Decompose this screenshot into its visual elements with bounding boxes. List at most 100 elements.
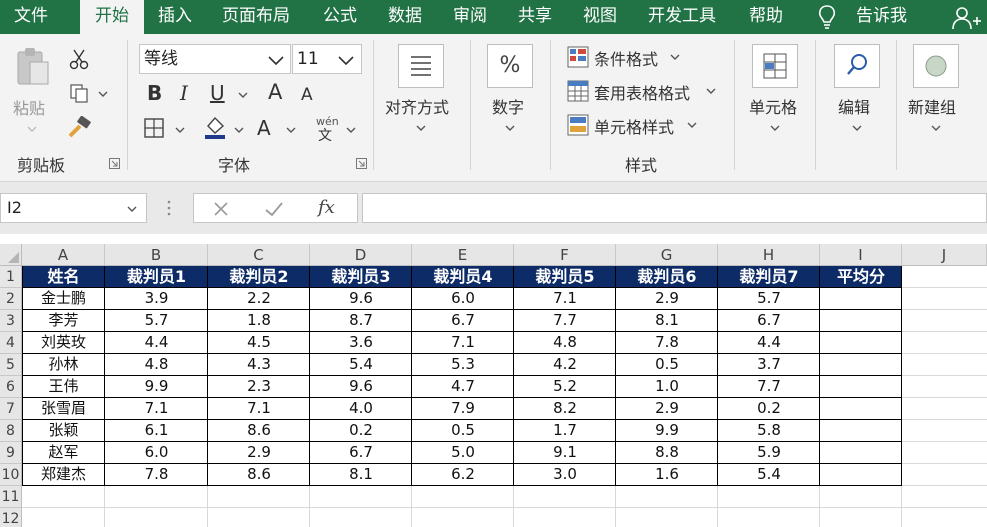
tab-formulas[interactable]: 公式 [323,0,357,34]
tab-data[interactable]: 数据 [388,0,422,34]
table-cell[interactable]: 王伟 [22,376,105,398]
underline-button[interactable]: U [210,81,225,105]
table-cell[interactable]: 7.1 [105,398,208,420]
table-cell[interactable] [820,376,902,398]
paste-icon[interactable] [14,46,50,88]
table-cell[interactable]: 7.9 [412,398,514,420]
table-cell[interactable]: 5.4 [310,354,412,376]
table-cell[interactable]: 8.7 [310,310,412,332]
row-header-6[interactable]: 6 [0,376,22,398]
column-header-c[interactable]: C [208,244,310,266]
header-cell[interactable]: 裁判员5 [514,266,616,288]
number-label[interactable]: 数字 [492,94,524,118]
tab-file[interactable]: 文件 [14,0,48,34]
table-cell[interactable]: 李芳 [22,310,105,332]
column-header-i[interactable]: I [820,244,902,266]
table-cell[interactable]: 4.4 [105,332,208,354]
row-header-9[interactable]: 9 [0,442,22,464]
underline-dropdown-icon[interactable] [238,92,248,98]
new-group-dropdown-icon[interactable] [931,125,941,131]
column-header-f[interactable]: F [514,244,616,266]
cut-icon[interactable] [68,48,90,70]
fill-color-icon[interactable] [202,114,228,140]
table-cell[interactable]: 1.6 [616,464,718,486]
column-header-e[interactable]: E [412,244,514,266]
table-cell[interactable]: 0.2 [310,420,412,442]
header-cell[interactable]: 裁判员4 [412,266,514,288]
font-launcher-icon[interactable] [356,158,367,169]
table-cell[interactable]: 4.3 [208,354,310,376]
table-cell[interactable]: 5.8 [718,420,820,442]
copy-dropdown-icon[interactable] [98,91,108,97]
name-box[interactable]: I2 [0,193,147,223]
table-cell[interactable]: 5.7 [718,288,820,310]
table-cell[interactable]: 0.5 [412,420,514,442]
table-cell[interactable] [820,310,902,332]
table-cell[interactable]: 6.0 [412,288,514,310]
font-color-dropdown-icon[interactable] [286,127,296,133]
table-format-button[interactable]: 套用表格格式 [594,80,690,104]
table-cell[interactable]: 5.9 [718,442,820,464]
table-cell[interactable]: 3.9 [105,288,208,310]
table-cell[interactable]: 7.1 [208,398,310,420]
header-cell[interactable]: 裁判员6 [616,266,718,288]
font-name-dropdown-icon[interactable] [268,56,284,65]
table-cell[interactable]: 9.6 [310,376,412,398]
column-header-h[interactable]: H [718,244,820,266]
table-cell[interactable]: 4.4 [718,332,820,354]
table-cell[interactable]: 1.7 [514,420,616,442]
table-cell[interactable] [820,420,902,442]
table-cell[interactable]: 5.4 [718,464,820,486]
increase-font-size-button[interactable]: A [268,80,282,104]
table-cell[interactable] [820,464,902,486]
table-cell[interactable]: 刘英玫 [22,332,105,354]
header-cell[interactable]: 姓名 [22,266,105,288]
table-cell[interactable]: 3.7 [718,354,820,376]
table-cell[interactable]: 0.2 [718,398,820,420]
table-cell[interactable]: 7.8 [105,464,208,486]
table-cell[interactable]: 9.9 [105,376,208,398]
row-header-2[interactable]: 2 [0,288,22,310]
italic-button[interactable]: I [180,81,188,105]
table-cell[interactable] [820,354,902,376]
cell-style-button[interactable]: 单元格样式 [594,114,674,138]
editing-dropdown-icon[interactable] [852,125,862,131]
table-cell[interactable]: 郑建杰 [22,464,105,486]
table-cell[interactable]: 7.7 [514,310,616,332]
copy-icon[interactable] [68,82,90,104]
alignment-dropdown-icon[interactable] [416,125,426,131]
column-header-j[interactable]: J [902,244,987,266]
table-cell[interactable]: 6.0 [105,442,208,464]
header-cell[interactable]: 平均分 [820,266,902,288]
bold-button[interactable]: B [147,81,162,105]
tell-me-search[interactable]: 告诉我 [856,0,907,34]
phonetic-guide-button[interactable]: 文 [318,125,332,145]
table-cell[interactable]: 金士鹏 [22,288,105,310]
row-header-8[interactable]: 8 [0,420,22,442]
header-cell[interactable]: 裁判员1 [105,266,208,288]
header-cell[interactable]: 裁判员7 [718,266,820,288]
table-cell[interactable]: 张颖 [22,420,105,442]
formula-input[interactable] [362,193,987,223]
table-cell[interactable] [820,288,902,310]
column-header-d[interactable]: D [310,244,412,266]
number-dropdown-icon[interactable] [505,125,515,131]
row-header-3[interactable]: 3 [0,310,22,332]
clipboard-launcher-icon[interactable] [109,158,120,169]
tab-view[interactable]: 视图 [583,0,617,34]
insert-function-button[interactable]: fx [318,197,335,218]
conditional-format-button[interactable]: 条件格式 [594,46,658,70]
header-cell[interactable]: 裁判员3 [310,266,412,288]
table-cell[interactable]: 4.7 [412,376,514,398]
name-box-dropdown-icon[interactable] [127,206,137,212]
row-header-12[interactable]: 12 [0,508,22,527]
table-cell[interactable]: 4.8 [514,332,616,354]
table-cell[interactable]: 3.6 [310,332,412,354]
decrease-font-size-button[interactable]: A [301,85,313,105]
tab-review[interactable]: 审阅 [453,0,487,34]
cells-dropdown-icon[interactable] [770,125,780,131]
table-cell[interactable]: 6.1 [105,420,208,442]
table-cell[interactable]: 孙林 [22,354,105,376]
row-header-10[interactable]: 10 [0,464,22,486]
table-cell[interactable]: 1.8 [208,310,310,332]
